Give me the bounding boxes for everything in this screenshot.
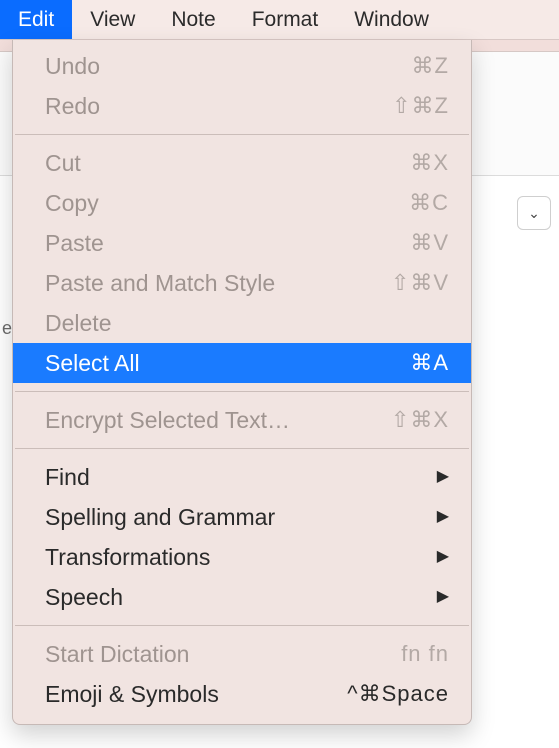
menu-item-label: Cut xyxy=(45,147,410,179)
menubar-item-label: View xyxy=(90,8,135,32)
menu-item-shortcut: ⌘C xyxy=(409,187,449,219)
menu-item-transformations[interactable]: Transformations ▶ xyxy=(13,537,471,577)
submenu-arrow-icon: ▶ xyxy=(437,501,449,533)
menu-item-label: Select All xyxy=(45,347,410,379)
menu-item-start-dictation: Start Dictationfn fn xyxy=(13,634,471,674)
menu-separator xyxy=(15,625,469,626)
menu-item-undo: Undo⌘Z xyxy=(13,46,471,86)
menu-item-redo: Redo⇧⌘Z xyxy=(13,86,471,126)
menubar-item-format[interactable]: Format xyxy=(234,0,337,39)
menu-item-shortcut: ⌘Z xyxy=(412,50,449,82)
menu-separator xyxy=(15,134,469,135)
menu-item-select-all[interactable]: Select All⌘A xyxy=(13,343,471,383)
menubar: Edit View Note Format Window xyxy=(0,0,559,40)
menu-item-paste-and-match-style: Paste and Match Style⇧⌘V xyxy=(13,263,471,303)
menu-item-label: Transformations xyxy=(45,541,425,573)
menu-item-find[interactable]: Find ▶ xyxy=(13,457,471,497)
menu-item-label: Redo xyxy=(45,90,392,122)
menu-separator xyxy=(15,448,469,449)
menu-item-shortcut: ⇧⌘X xyxy=(391,404,449,436)
menu-item-label: Start Dictation xyxy=(45,638,401,670)
menu-item-encrypt-selected-text: Encrypt Selected Text…⇧⌘X xyxy=(13,400,471,440)
chevron-down-icon: ⌄ xyxy=(528,205,540,222)
clipped-sidebar-fragment: e xyxy=(0,314,12,342)
menu-item-cut: Cut⌘X xyxy=(13,143,471,183)
menu-item-label: Delete xyxy=(45,307,449,339)
menu-item-label: Paste xyxy=(45,227,410,259)
menu-item-label: Copy xyxy=(45,187,409,219)
menu-item-shortcut: fn fn xyxy=(401,638,449,670)
menu-item-shortcut: ⌘A xyxy=(410,347,449,379)
menubar-item-view[interactable]: View xyxy=(72,0,153,39)
menu-item-delete: Delete xyxy=(13,303,471,343)
menu-item-label: Speech xyxy=(45,581,425,613)
menu-item-spelling-and-grammar[interactable]: Spelling and Grammar ▶ xyxy=(13,497,471,537)
menu-item-shortcut: ⇧⌘Z xyxy=(392,90,449,122)
dropdown-toggle[interactable]: ⌄ xyxy=(517,196,551,230)
menu-separator xyxy=(15,391,469,392)
menu-item-paste: Paste⌘V xyxy=(13,223,471,263)
menubar-item-label: Note xyxy=(171,8,215,32)
menu-item-label: Undo xyxy=(45,50,412,82)
submenu-arrow-icon: ▶ xyxy=(437,541,449,573)
menubar-item-note[interactable]: Note xyxy=(153,0,233,39)
menu-item-shortcut: ⌘X xyxy=(410,147,449,179)
menu-item-label: Encrypt Selected Text… xyxy=(45,404,391,436)
submenu-arrow-icon: ▶ xyxy=(437,461,449,493)
menubar-item-label: Window xyxy=(354,8,429,32)
menu-item-shortcut: ⌘V xyxy=(410,227,449,259)
menubar-item-window[interactable]: Window xyxy=(336,0,447,39)
menu-item-label: Spelling and Grammar xyxy=(45,501,425,533)
menu-item-speech[interactable]: Speech ▶ xyxy=(13,577,471,617)
menubar-item-edit[interactable]: Edit xyxy=(0,0,72,39)
menu-item-label: Find xyxy=(45,461,425,493)
menubar-item-label: Format xyxy=(252,8,319,32)
edit-menu-dropdown: Undo⌘ZRedo⇧⌘ZCut⌘XCopy⌘CPaste⌘VPaste and… xyxy=(12,40,472,725)
submenu-arrow-icon: ▶ xyxy=(437,581,449,613)
menu-item-copy: Copy⌘C xyxy=(13,183,471,223)
menu-item-label: Emoji & Symbols xyxy=(45,678,347,710)
menu-item-emoji-symbols[interactable]: Emoji & Symbols^⌘Space xyxy=(13,674,471,714)
menu-item-shortcut: ^⌘Space xyxy=(347,678,449,710)
menu-item-shortcut: ⇧⌘V xyxy=(391,267,449,299)
menu-item-label: Paste and Match Style xyxy=(45,267,391,299)
menubar-item-label: Edit xyxy=(18,8,54,32)
